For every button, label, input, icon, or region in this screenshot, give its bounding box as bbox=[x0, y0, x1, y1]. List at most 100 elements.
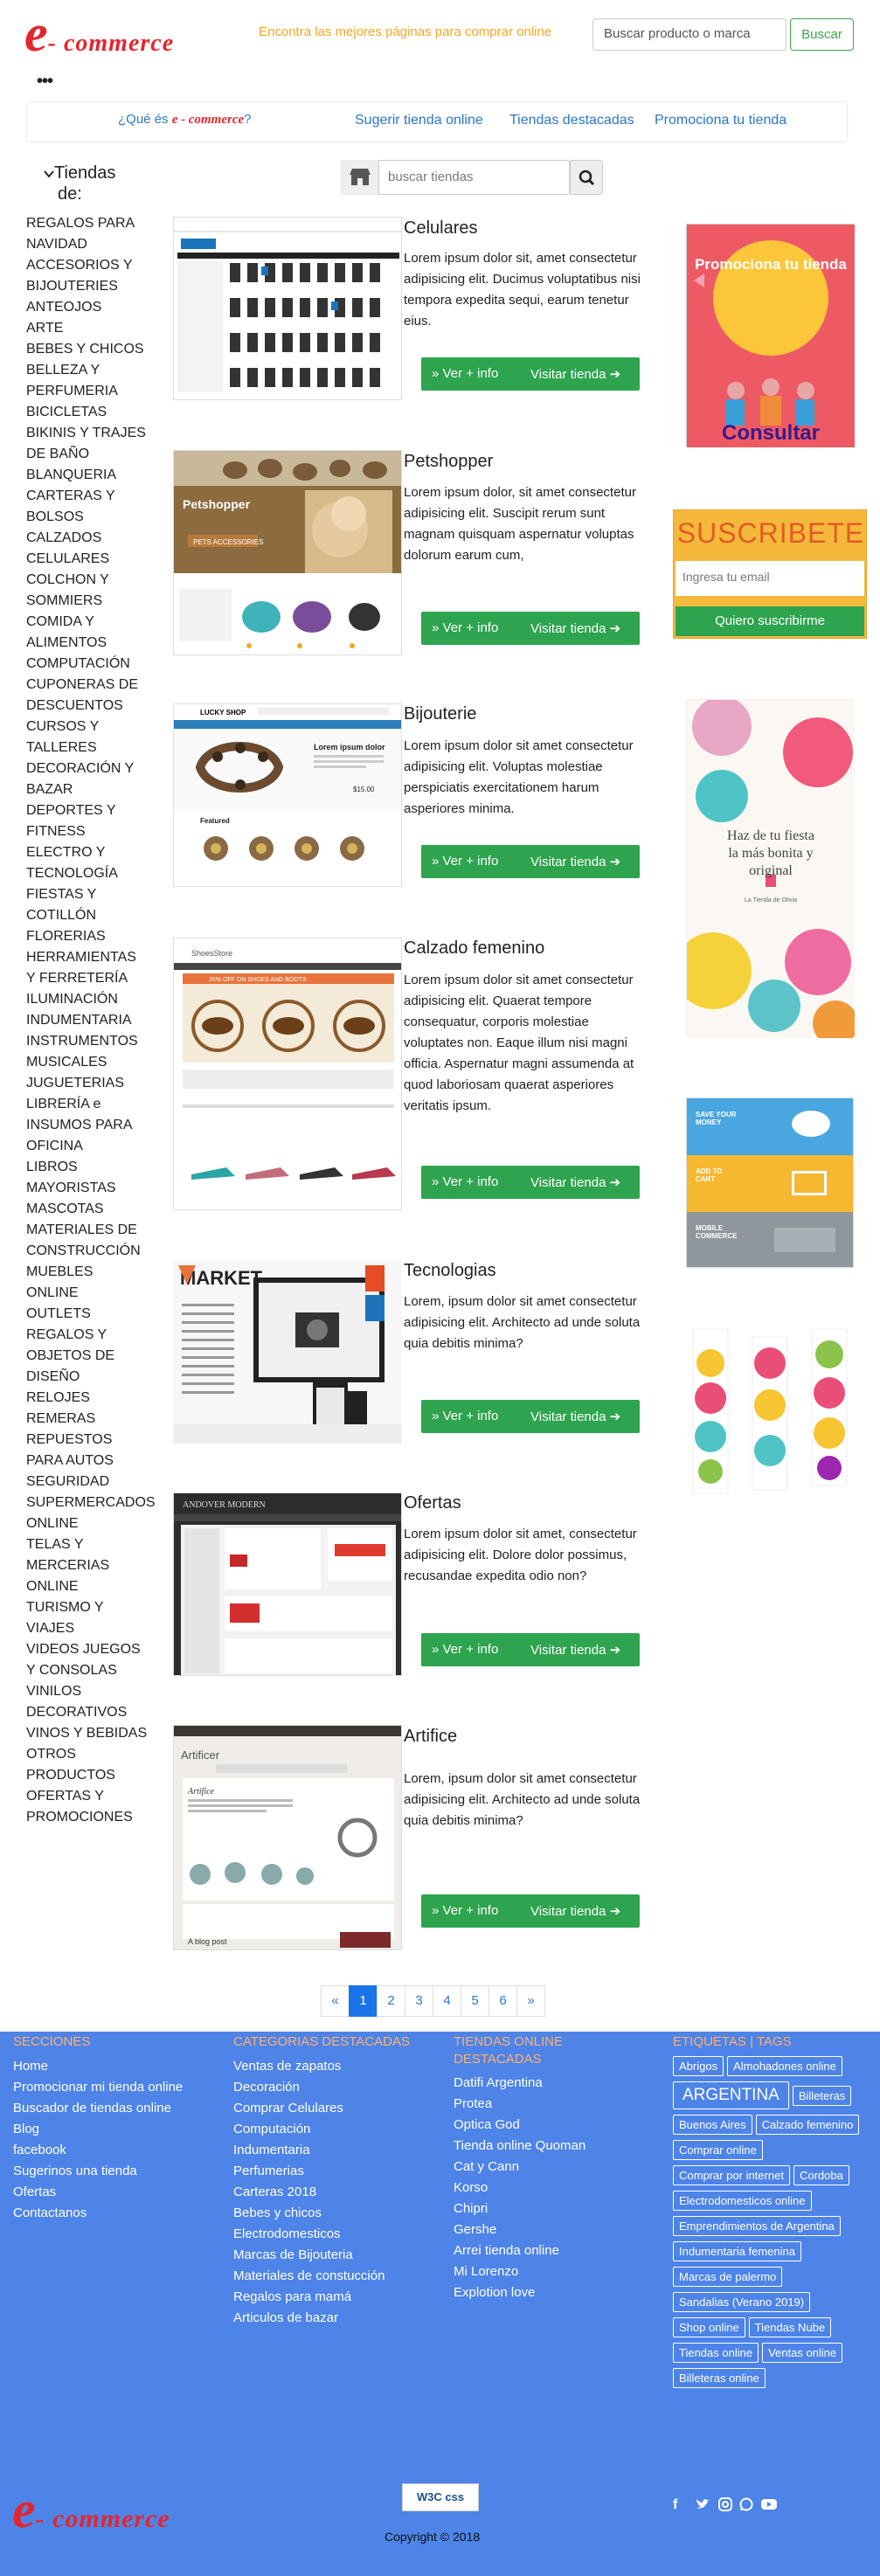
footer-category-link[interactable]: Carteras 2018 bbox=[233, 2182, 385, 2203]
footer-store-link[interactable]: Korso bbox=[454, 2178, 586, 2199]
store-thumbnail-ofertas[interactable]: ANDOVER MODERN bbox=[173, 1492, 402, 1676]
store-thumbnail-artifice[interactable]: Artificer Artifice A blog post bbox=[173, 1725, 402, 1950]
visit-store-button[interactable]: Visitar tienda ➔ bbox=[530, 854, 620, 869]
store-thumbnail-calzado[interactable]: ShoesStore 25% OFF ON SHOES AND BOOTS bbox=[173, 938, 402, 1210]
footer-category-link[interactable]: Comprar Celulares bbox=[233, 2098, 385, 2119]
store-thumbnail-celulares[interactable] bbox=[173, 217, 402, 400]
twitter-icon[interactable] bbox=[695, 2497, 710, 2516]
category-item[interactable]: BELLEZA Y PERFUMERIA bbox=[26, 360, 149, 402]
tag-link[interactable]: Ventas online bbox=[762, 2343, 843, 2363]
footer-section-link[interactable]: facebook bbox=[13, 2140, 183, 2161]
visit-store-button[interactable]: Visitar tienda ➔ bbox=[530, 1642, 620, 1658]
footer-section-link[interactable]: Promocionar mi tienda online bbox=[13, 2077, 183, 2098]
tag-link[interactable]: Calzado femenino bbox=[755, 2115, 860, 2135]
category-item[interactable]: REMERAS bbox=[26, 1409, 149, 1430]
nav-featured-stores[interactable]: Tiendas destacadas bbox=[509, 113, 634, 128]
category-item[interactable]: BEBES Y CHICOS bbox=[26, 339, 149, 360]
category-item[interactable]: ACCESORIOS Y BIJOUTERIES bbox=[26, 255, 149, 297]
category-item[interactable]: CURSOS Y TALLERES bbox=[26, 717, 149, 758]
ver-info-button[interactable]: » Ver + info bbox=[432, 366, 498, 381]
category-item[interactable]: REGALOS Y OBJETOS DE DISEÑO bbox=[26, 1325, 149, 1388]
store-thumbnail-petshopper[interactable]: PETS ACCESSORIES Petshopper bbox=[173, 450, 402, 655]
store-title[interactable]: Ofertas bbox=[404, 1493, 461, 1513]
category-item[interactable]: JUGUETERIAS bbox=[26, 1073, 149, 1094]
category-item[interactable]: LIBRERÍA e INSUMOS PARA OFICINA bbox=[26, 1094, 149, 1157]
footer-category-link[interactable]: Decoración bbox=[233, 2077, 385, 2098]
footer-store-link[interactable]: Arrei tienda online bbox=[454, 2240, 586, 2261]
footer-category-link[interactable]: Electrodomesticos bbox=[233, 2224, 385, 2245]
pagination-next[interactable]: » bbox=[516, 1985, 545, 2017]
pagination-page[interactable]: 5 bbox=[461, 1985, 489, 2017]
tag-link[interactable]: Abrigos bbox=[673, 2056, 724, 2076]
category-item[interactable]: MAYORISTAS bbox=[26, 1178, 149, 1199]
category-item[interactable]: BICICLETAS bbox=[26, 402, 149, 423]
category-item[interactable]: ARTE bbox=[26, 318, 149, 339]
ver-info-button[interactable]: » Ver + info bbox=[432, 854, 498, 869]
store-thumbnail-bijouterie[interactable]: LUCKY SHOP Lorem ipsum dolor $15.00 Feat… bbox=[173, 703, 402, 887]
footer-store-link[interactable]: Tienda online Quoman bbox=[454, 2136, 586, 2157]
category-item[interactable]: HERRAMIENTAS Y FERRETERÍA bbox=[26, 947, 149, 989]
w3c-css-badge[interactable]: W3C css bbox=[402, 2483, 479, 2511]
footer-section-link[interactable]: Blog bbox=[13, 2119, 183, 2140]
category-item[interactable]: CARTERAS Y BOLSOS bbox=[26, 486, 149, 528]
sidebar-dropdown-toggle[interactable]: Tiendas de: bbox=[44, 163, 115, 204]
ver-info-button[interactable]: » Ver + info bbox=[432, 1903, 498, 1918]
footer-category-link[interactable]: Perfumerias bbox=[233, 2161, 385, 2182]
store-thumbnail-tecnologias[interactable]: MARKET bbox=[173, 1260, 402, 1444]
footer-logo[interactable]: e- commerce bbox=[12, 2483, 170, 2536]
category-item[interactable]: INSTRUMENTOS MUSICALES bbox=[26, 1031, 149, 1073]
category-item[interactable]: MATERIALES DE CONSTRUCCIÓN bbox=[26, 1220, 149, 1262]
footer-section-link[interactable]: Ofertas bbox=[13, 2182, 183, 2203]
footer-store-link[interactable]: Explotion love bbox=[454, 2282, 586, 2303]
footer-category-link[interactable]: Indumentaria bbox=[233, 2140, 385, 2161]
footer-section-link[interactable]: Contactanos bbox=[13, 2203, 183, 2224]
tag-link[interactable]: Almohadones online bbox=[727, 2056, 842, 2076]
footer-section-link[interactable]: Sugerinos una tienda bbox=[13, 2161, 183, 2182]
footer-category-link[interactable]: Ventas de zapatos bbox=[233, 2056, 385, 2077]
ver-info-button[interactable]: » Ver + info bbox=[432, 1174, 498, 1189]
category-item[interactable]: MUEBLES ONLINE bbox=[26, 1262, 149, 1304]
footer-category-link[interactable]: Regalos para mamá bbox=[233, 2287, 385, 2308]
category-item[interactable]: ILUMINACIÓN bbox=[26, 989, 149, 1010]
facebook-icon[interactable]: f bbox=[673, 2497, 677, 2513]
party-ad-banner[interactable]: Haz de tu fiesta la más bonita y origina… bbox=[675, 696, 858, 1046]
footer-category-link[interactable]: Computación bbox=[233, 2119, 385, 2140]
visit-store-button[interactable]: Visitar tienda ➔ bbox=[530, 1174, 620, 1190]
category-item[interactable]: MASCOTAS bbox=[26, 1199, 149, 1220]
footer-category-link[interactable]: Bebes y chicos bbox=[233, 2203, 385, 2224]
footer-category-link[interactable]: Marcas de Bijouteria bbox=[233, 2245, 385, 2266]
category-item[interactable]: DEPORTES Y FITNESS bbox=[26, 800, 149, 842]
tag-link[interactable]: Marcas de palermo bbox=[673, 2267, 783, 2287]
category-item[interactable]: SUPERMERCADOS ONLINE bbox=[26, 1492, 156, 1534]
pagination-page[interactable]: 4 bbox=[433, 1985, 461, 2017]
product-search-input[interactable]: Buscar producto o marca bbox=[592, 18, 786, 51]
visit-store-button[interactable]: Visitar tienda ➔ bbox=[530, 1409, 620, 1424]
category-item[interactable]: LIBROS bbox=[26, 1157, 149, 1178]
category-item[interactable]: BLANQUERIA bbox=[26, 465, 149, 486]
category-item[interactable]: ANTEOJOS bbox=[26, 297, 149, 318]
promo-ad-banner[interactable]: Promociona tu tienda Consultar bbox=[686, 224, 855, 447]
footer-section-link[interactable]: Home bbox=[13, 2056, 183, 2077]
product-search-button[interactable]: Buscar bbox=[790, 18, 854, 51]
visit-store-button[interactable]: Visitar tienda ➔ bbox=[530, 1903, 620, 1919]
category-item[interactable]: REPUESTOS PARA AUTOS bbox=[26, 1430, 149, 1472]
footer-store-link[interactable]: Datifi Argentina bbox=[454, 2073, 586, 2094]
footer-category-link[interactable]: Materiales de constucción bbox=[233, 2266, 385, 2287]
tag-link[interactable]: Cordoba bbox=[793, 2165, 849, 2185]
visit-store-button[interactable]: Visitar tienda ➔ bbox=[530, 366, 620, 382]
category-item[interactable]: CALZADOS bbox=[26, 528, 149, 549]
footer-store-link[interactable]: Protea bbox=[454, 2094, 586, 2115]
footer-section-link[interactable]: Buscador de tiendas online bbox=[13, 2098, 183, 2119]
category-item[interactable]: OTROS PRODUCTOS bbox=[26, 1744, 149, 1786]
visit-store-button[interactable]: Visitar tienda ➔ bbox=[530, 620, 620, 636]
category-item[interactable]: VIDEOS JUEGOS Y CONSOLAS bbox=[26, 1639, 149, 1681]
site-logo[interactable]: e- commerce bbox=[24, 7, 174, 59]
store-title[interactable]: Artifice bbox=[404, 1727, 457, 1747]
pagination-page[interactable]: 3 bbox=[405, 1985, 433, 2017]
category-item[interactable]: OFERTAS Y PROMOCIONES bbox=[26, 1786, 149, 1828]
category-item[interactable]: CUPONERAS DE DESCUENTOS bbox=[26, 675, 149, 717]
pagination-page[interactable]: 1 bbox=[349, 1985, 378, 2017]
nav-suggest-store[interactable]: Sugerir tienda online bbox=[355, 113, 483, 128]
tag-link[interactable]: Tiendas online bbox=[673, 2343, 759, 2363]
tag-link[interactable]: ARGENTINA bbox=[673, 2081, 789, 2109]
